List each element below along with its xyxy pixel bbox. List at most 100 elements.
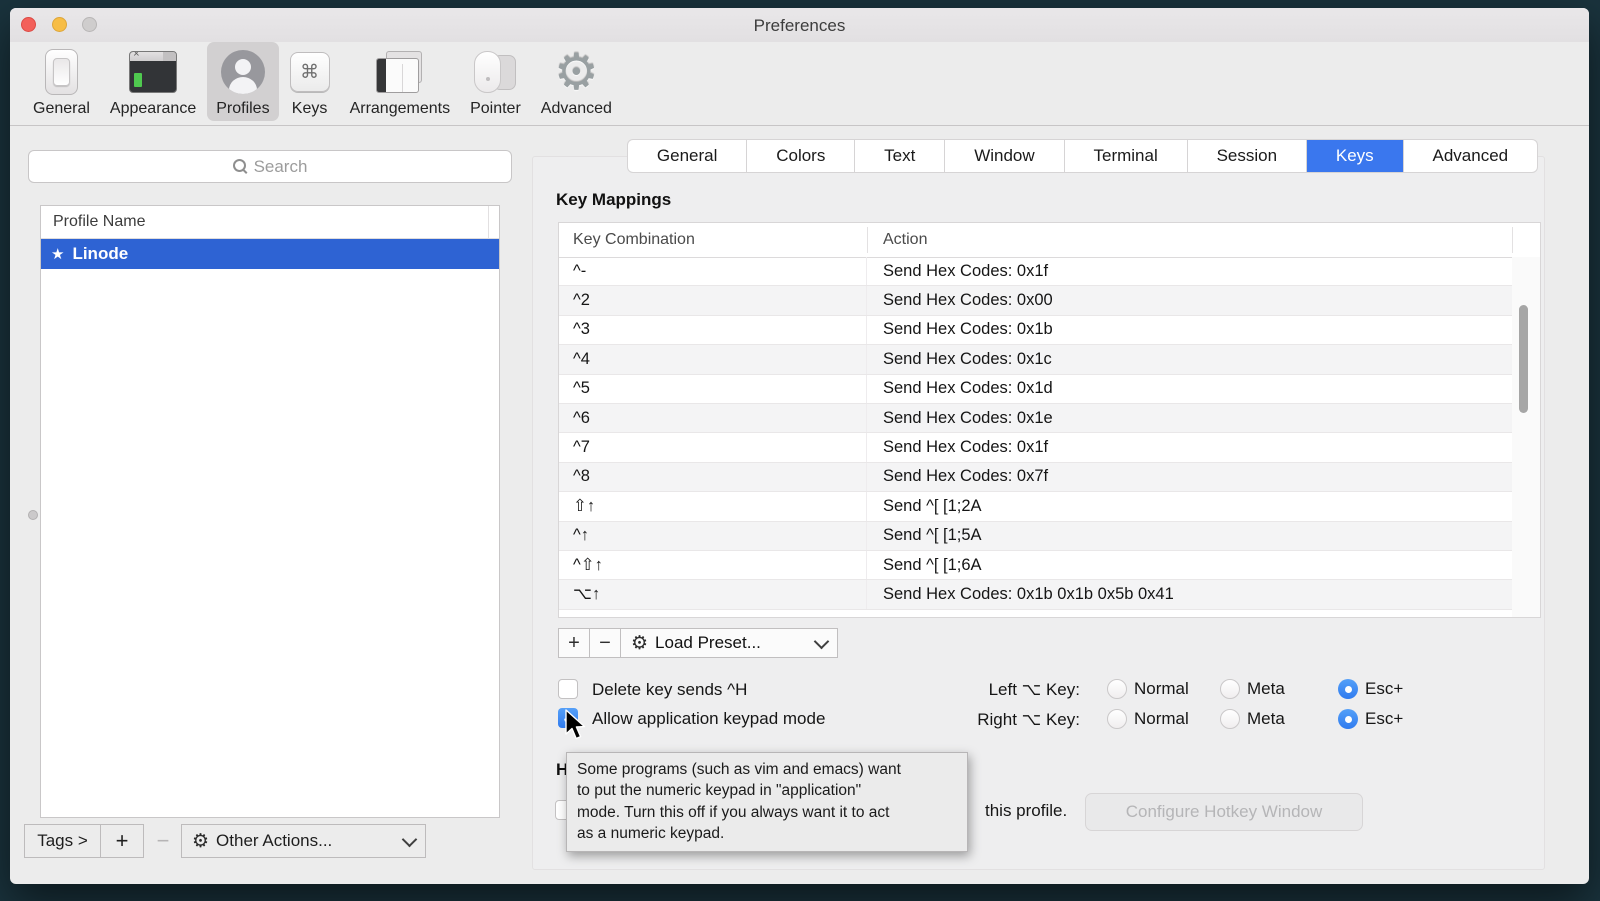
key-combination-cell: ^3 <box>559 316 867 344</box>
toolbar-item-profiles[interactable]: Profiles <box>207 42 278 121</box>
tab-session[interactable]: Session <box>1188 140 1307 172</box>
delete-key-checkbox[interactable] <box>558 679 578 699</box>
action-cell: Send ^[ [1;2A <box>867 497 982 516</box>
radio-icon <box>1107 679 1127 699</box>
search-icon <box>233 159 248 174</box>
action-cell: Send Hex Codes: 0x1f <box>867 262 1048 281</box>
gear-icon: ⚙ <box>631 634 648 653</box>
table-row[interactable]: ^8Send Hex Codes: 0x7f <box>559 463 1512 492</box>
table-row[interactable]: ⌥↑Send Hex Codes: 0x1b 0x1b 0x5b 0x41 <box>559 580 1512 609</box>
keypad-mode-tooltip: Some programs (such as vim and emacs) wa… <box>566 752 968 852</box>
tab-colors[interactable]: Colors <box>747 140 855 172</box>
key-mappings-table: Key Combination Action ^-Send Hex Codes:… <box>558 222 1541 618</box>
arrangements-windows-icon <box>376 48 424 96</box>
column-action[interactable]: Action <box>867 231 927 249</box>
key-combination-cell: ^8 <box>559 463 867 491</box>
table-row[interactable]: ^7Send Hex Codes: 0x1f <box>559 433 1512 462</box>
profile-list: Profile Name ★ Linode <box>40 205 500 818</box>
add-profile-button[interactable]: + <box>100 824 144 858</box>
scrollbar-thumb[interactable] <box>1519 305 1528 413</box>
right-option-radio-group: NormalMetaEsc+ <box>1107 709 1403 729</box>
action-cell: Send Hex Codes: 0x1f <box>867 438 1048 457</box>
action-cell: Send Hex Codes: 0x1d <box>867 379 1053 398</box>
remove-profile-button[interactable]: − <box>144 824 182 858</box>
radio-left-option-normal[interactable]: Normal <box>1107 679 1220 699</box>
toolbar-item-general[interactable]: General <box>24 42 99 121</box>
radio-icon <box>1107 709 1127 729</box>
pane-splitter-handle[interactable] <box>28 510 38 520</box>
tab-text[interactable]: Text <box>855 140 945 172</box>
radio-right-option-escplus[interactable]: Esc+ <box>1338 709 1403 729</box>
action-cell: Send ^[ [1;5A <box>867 526 982 545</box>
load-preset-dropdown[interactable]: ⚙ Load Preset... <box>620 628 838 658</box>
action-cell: Send Hex Codes: 0x00 <box>867 291 1053 310</box>
profiles-person-icon <box>220 48 266 96</box>
radio-icon <box>1220 679 1240 699</box>
other-actions-dropdown[interactable]: ⚙ Other Actions... <box>181 824 426 858</box>
toolbar-item-advanced[interactable]: ⚙Advanced <box>532 42 621 121</box>
key-combination-cell: ^7 <box>559 433 867 461</box>
mouse-cursor <box>563 709 589 746</box>
radio-left-option-escplus[interactable]: Esc+ <box>1338 679 1403 699</box>
radio-icon <box>1220 709 1240 729</box>
toolbar-item-pointer[interactable]: Pointer <box>461 42 530 121</box>
appearance-window-icon <box>129 48 177 96</box>
star-icon: ★ <box>51 245 64 263</box>
titlebar: Preferences <box>10 8 1589 42</box>
gear-icon: ⚙ <box>192 832 209 851</box>
preferences-window: Preferences GeneralAppearanceProfiles⌘Ke… <box>10 8 1589 884</box>
table-row[interactable]: ^-Send Hex Codes: 0x1f <box>559 257 1512 286</box>
radio-icon <box>1338 709 1358 729</box>
search-input[interactable]: Search <box>28 150 512 183</box>
tab-general[interactable]: General <box>628 140 747 172</box>
toolbar-item-keys[interactable]: ⌘Keys <box>281 42 339 121</box>
tab-advanced[interactable]: Advanced <box>1404 140 1537 172</box>
scrollbar-track[interactable] <box>1512 257 1540 617</box>
key-combination-cell: ^⇧↑ <box>559 551 867 579</box>
configure-hotkey-window-button: Configure Hotkey Window <box>1085 793 1363 831</box>
table-row[interactable]: ^↑Send ^[ [1;5A <box>559 522 1512 551</box>
key-combination-cell: ^6 <box>559 404 867 432</box>
radio-left-option-meta[interactable]: Meta <box>1220 679 1338 699</box>
tags-button[interactable]: Tags > <box>24 824 101 858</box>
table-row[interactable]: ⇧↑Send ^[ [1;2A <box>559 492 1512 521</box>
toolbar-item-appearance[interactable]: Appearance <box>101 42 205 121</box>
add-mapping-button[interactable]: + <box>558 628 590 658</box>
table-body: ^-Send Hex Codes: 0x1f^2Send Hex Codes: … <box>559 257 1513 617</box>
table-row[interactable]: ^6Send Hex Codes: 0x1e <box>559 404 1512 433</box>
table-row[interactable]: ^⇧↑Send ^[ [1;6A <box>559 551 1512 580</box>
key-mappings-heading: Key Mappings <box>556 190 671 210</box>
delete-key-label: Delete key sends ^H <box>592 680 747 700</box>
action-cell: Send Hex Codes: 0x1c <box>867 350 1052 369</box>
key-combination-cell: ^↑ <box>559 522 867 550</box>
radio-icon <box>1338 679 1358 699</box>
table-header: Key Combination Action <box>559 223 1540 258</box>
key-combination-cell: ⇧↑ <box>559 492 867 520</box>
hotkey-profile-text: this profile. <box>985 801 1067 821</box>
toolbar-divider <box>10 125 1589 126</box>
radio-right-option-meta[interactable]: Meta <box>1220 709 1338 729</box>
profile-tabs: GeneralColorsTextWindowTerminalSessionKe… <box>628 140 1537 172</box>
action-cell: Send Hex Codes: 0x7f <box>867 467 1048 486</box>
tab-window[interactable]: Window <box>945 140 1064 172</box>
table-row[interactable]: ^2Send Hex Codes: 0x00 <box>559 286 1512 315</box>
table-row[interactable]: ^3Send Hex Codes: 0x1b <box>559 316 1512 345</box>
toolbar-item-arrangements[interactable]: Arrangements <box>341 42 460 121</box>
tab-terminal[interactable]: Terminal <box>1065 140 1188 172</box>
profile-row-linode[interactable]: ★ Linode <box>41 239 499 269</box>
profile-name: Linode <box>72 244 128 264</box>
key-combination-cell: ^2 <box>559 286 867 314</box>
preferences-toolbar: GeneralAppearanceProfiles⌘KeysArrangemen… <box>16 42 621 124</box>
key-combination-cell: ^- <box>559 257 867 285</box>
remove-mapping-button[interactable]: − <box>589 628 621 658</box>
action-cell: Send ^[ [1;6A <box>867 556 982 575</box>
column-key-combination[interactable]: Key Combination <box>559 231 867 249</box>
left-option-key-label: Left ⌥ Key: <box>860 680 1080 700</box>
radio-right-option-normal[interactable]: Normal <box>1107 709 1220 729</box>
table-row[interactable]: ^5Send Hex Codes: 0x1d <box>559 375 1512 404</box>
profile-list-header[interactable]: Profile Name <box>41 206 499 239</box>
action-cell: Send Hex Codes: 0x1b <box>867 320 1053 339</box>
key-combination-cell: ^4 <box>559 345 867 373</box>
tab-keys[interactable]: Keys <box>1307 140 1404 172</box>
table-row[interactable]: ^4Send Hex Codes: 0x1c <box>559 345 1512 374</box>
